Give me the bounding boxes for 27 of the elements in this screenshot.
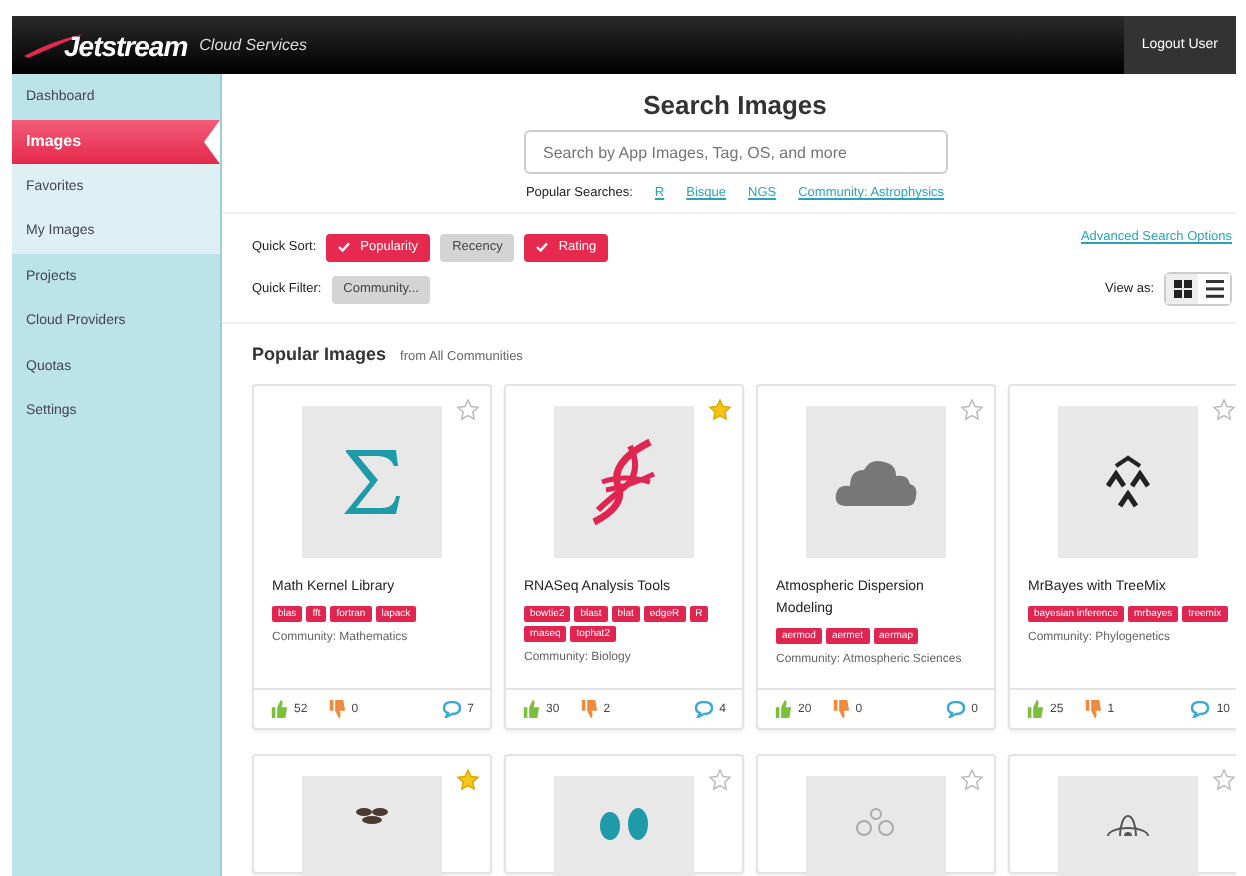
page-title: Search Images (643, 90, 827, 120)
checkmark-icon (338, 242, 351, 252)
checkmark-icon (536, 242, 549, 252)
grid-icon (1173, 280, 1191, 298)
star-icon[interactable] (1212, 398, 1236, 422)
list-icon (1205, 280, 1223, 298)
tree-icon (1104, 454, 1152, 510)
star-icon[interactable] (960, 768, 984, 792)
sidebar-item[interactable]: Images (12, 119, 220, 164)
star-icon[interactable] (1212, 768, 1236, 792)
sigma-icon (342, 446, 402, 518)
star-icon[interactable] (708, 398, 732, 422)
dna-icon (590, 438, 658, 526)
image-card[interactable] (252, 754, 492, 874)
stones-icon (352, 808, 392, 824)
brand-subtitle: Cloud Services (199, 36, 307, 54)
image-card[interactable] (504, 754, 744, 874)
star-icon[interactable] (708, 768, 732, 792)
cloud-icon (834, 458, 918, 506)
logo[interactable]: Jetstream (64, 29, 188, 61)
section-title: Popular Images (252, 344, 387, 364)
star-icon[interactable] (456, 398, 480, 422)
grid-view-button[interactable] (1166, 274, 1198, 304)
drops-icon (596, 808, 652, 844)
search-field[interactable]: Search by App Images, Tag, OS, and more (523, 130, 947, 174)
star-icon[interactable] (456, 768, 480, 792)
star-icon[interactable] (960, 398, 984, 422)
